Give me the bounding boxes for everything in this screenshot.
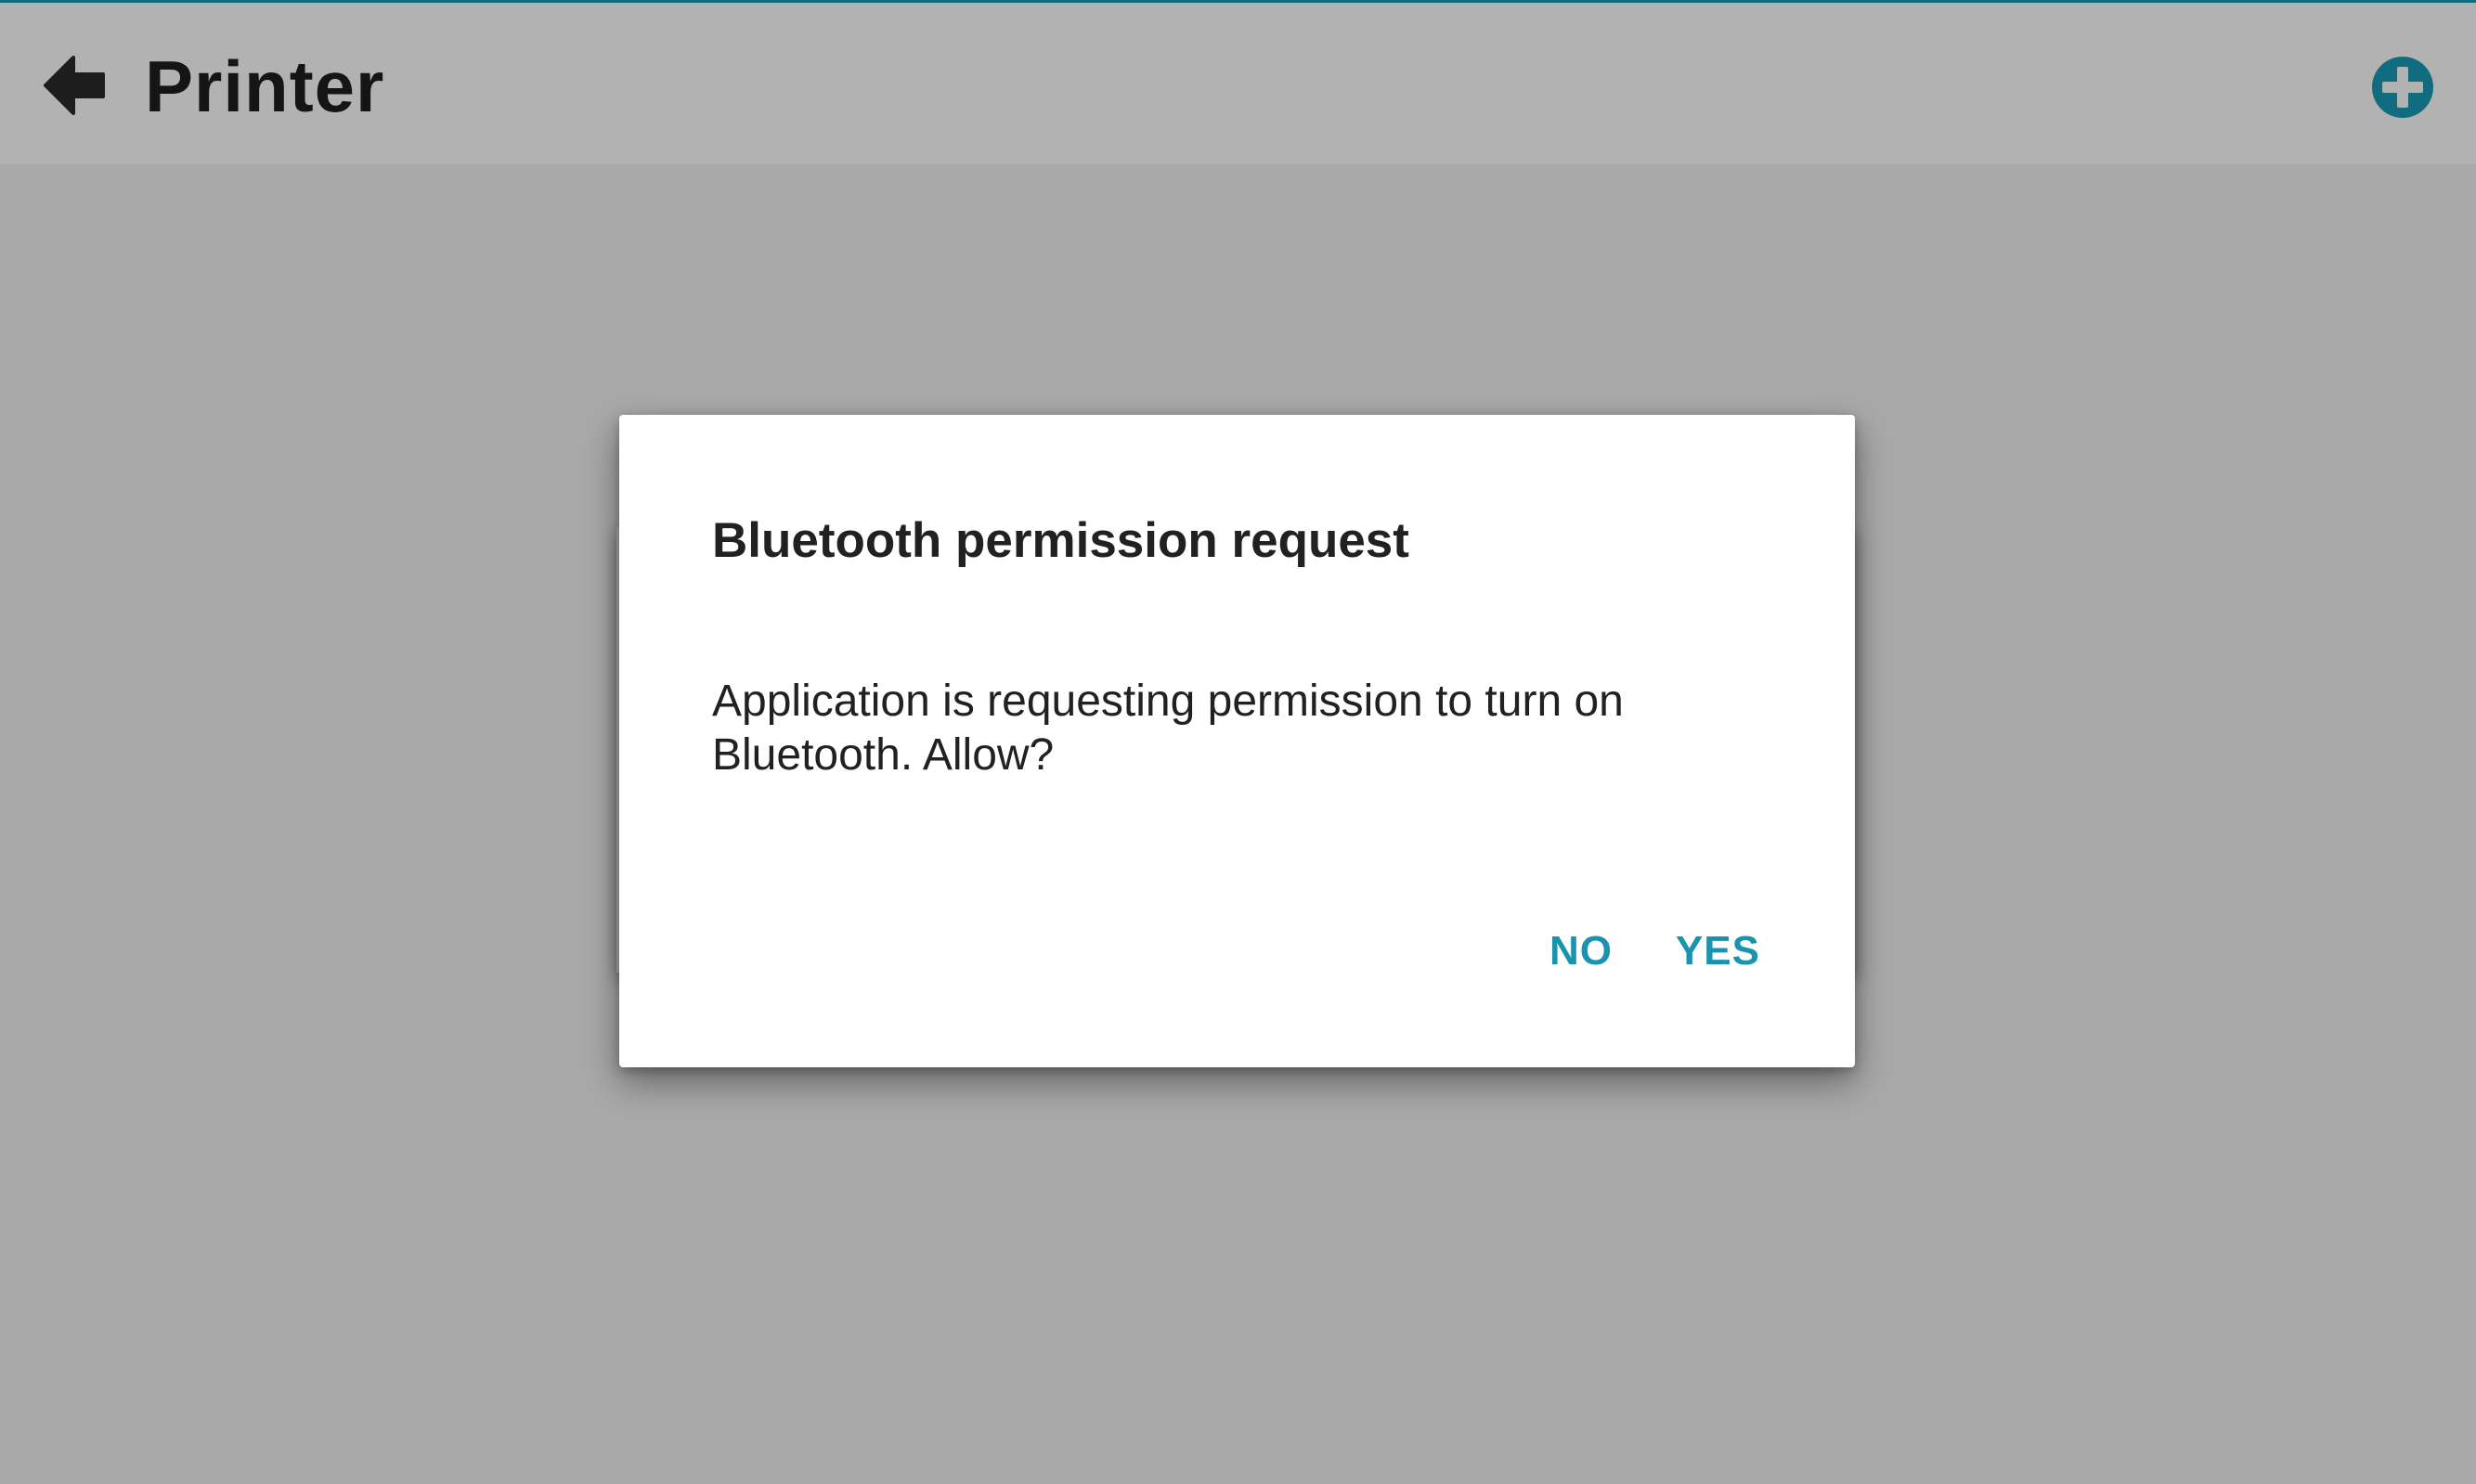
screen: Printer Bluetooth permission request App… [0,0,2476,1484]
yes-button[interactable]: YES [1670,916,1766,987]
dialog-message: Application is requesting permission to … [712,677,1624,780]
dialog-actions: NO YES [1544,916,1766,987]
dialog-title: Bluetooth permission request [712,513,1409,568]
no-button[interactable]: NO [1544,916,1618,987]
bluetooth-permission-dialog: Bluetooth permission request Application… [619,415,1855,1067]
